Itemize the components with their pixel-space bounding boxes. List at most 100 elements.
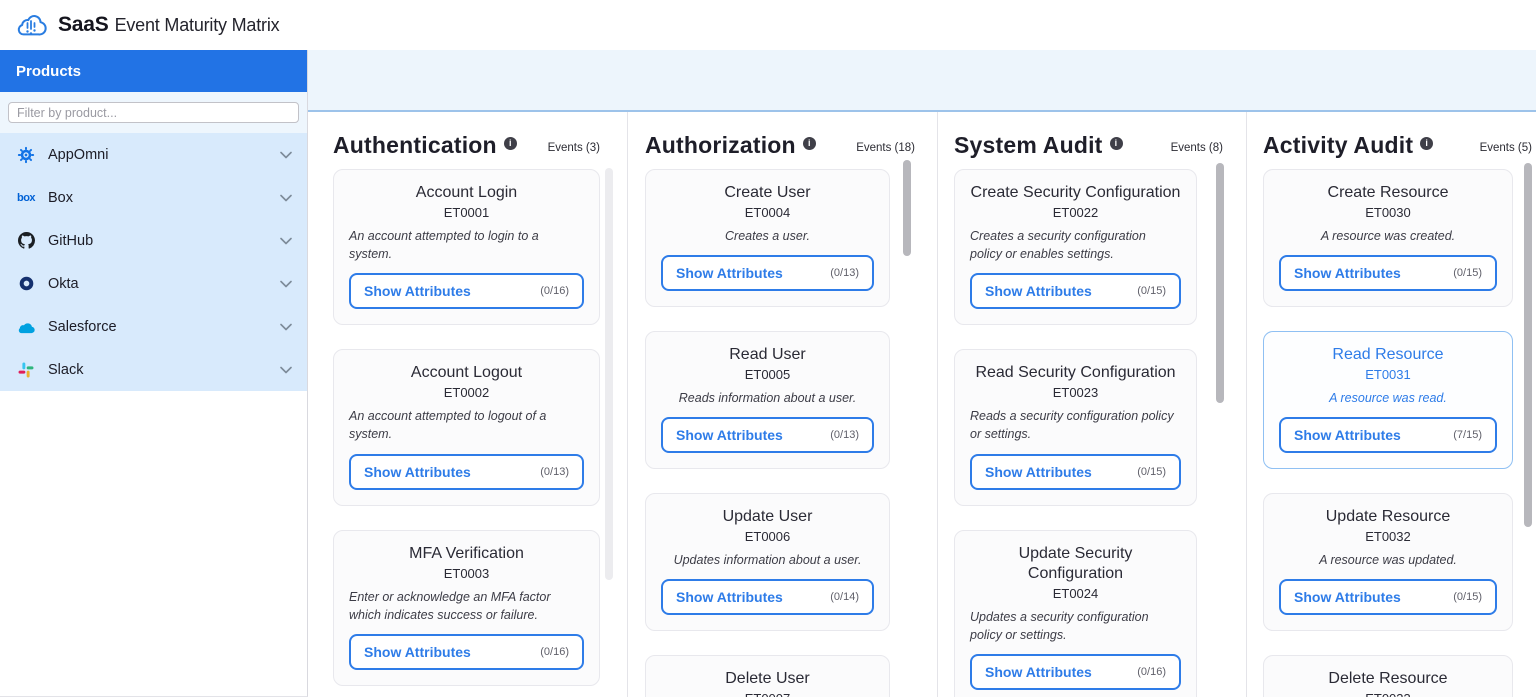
event-code: ET0006	[745, 529, 791, 544]
event-code: ET0022	[1053, 205, 1099, 220]
event-card[interactable]: Read Resource ET0031 A resource was read…	[1263, 331, 1513, 469]
event-title: Create Resource	[1328, 183, 1449, 203]
show-attributes-label: Show Attributes	[676, 589, 783, 605]
column-scrollbar-thumb[interactable]	[1216, 163, 1224, 403]
show-attributes-label: Show Attributes	[985, 664, 1092, 680]
chevron-down-icon[interactable]	[280, 323, 292, 331]
event-description: A resource was created.	[1321, 227, 1455, 245]
chevron-down-icon[interactable]	[280, 280, 292, 288]
attribute-count: (0/15)	[1453, 267, 1482, 279]
product-filter-input[interactable]	[8, 102, 299, 123]
product-name: Salesforce	[48, 319, 117, 335]
event-card[interactable]: MFA Verification ET0003 Enter or acknowl…	[333, 530, 600, 686]
column-scrollbar-thumb[interactable]	[605, 168, 613, 580]
category-header: Activity Auditi Events (5)	[1247, 132, 1536, 159]
category-title: Authorizationi	[645, 132, 816, 159]
product-list: AppOmni box Box GitHub Okta Salesforce	[0, 133, 307, 391]
info-icon[interactable]: i	[1420, 137, 1433, 150]
event-title: Account Login	[416, 183, 517, 203]
column-scrollbar-thumb[interactable]	[1524, 163, 1532, 527]
event-description: A resource was read.	[1329, 389, 1447, 407]
show-attributes-button[interactable]: Show Attributes (0/15)	[970, 454, 1181, 490]
attribute-count: (0/15)	[1137, 285, 1166, 297]
attribute-count: (7/15)	[1453, 429, 1482, 441]
category-title: Authenticationi	[333, 132, 517, 159]
matrix-content: Authenticationi Events (3) Account Login…	[308, 50, 1536, 697]
category-header: Authenticationi Events (3)	[308, 132, 627, 159]
event-code: ET0003	[444, 566, 490, 581]
event-card[interactable]: Update Resource ET0032 A resource was up…	[1263, 493, 1513, 631]
info-icon[interactable]: i	[803, 137, 816, 150]
event-card[interactable]: Delete Resource ET0033 A resource was re…	[1263, 655, 1513, 697]
show-attributes-label: Show Attributes	[985, 283, 1092, 299]
attribute-count: (0/13)	[540, 466, 569, 478]
category-column: Activity Auditi Events (5) Create Resour…	[1246, 112, 1536, 697]
show-attributes-button[interactable]: Show Attributes (0/13)	[661, 255, 874, 291]
show-attributes-button[interactable]: Show Attributes (0/14)	[661, 579, 874, 615]
sidebar-product-item[interactable]: box Box	[0, 176, 307, 219]
show-attributes-button[interactable]: Show Attributes (0/16)	[970, 654, 1181, 690]
appomni-gear-icon	[15, 146, 37, 164]
event-description: A resource was updated.	[1319, 551, 1457, 569]
category-column: System Auditi Events (8) Create Security…	[937, 112, 1246, 697]
event-card[interactable]: Create Security Configuration ET0022 Cre…	[954, 169, 1197, 325]
sidebar-product-item[interactable]: GitHub	[0, 219, 307, 262]
event-title: Delete User	[725, 669, 809, 689]
event-title: Create Security Configuration	[971, 183, 1181, 203]
event-card[interactable]: Create Resource ET0030 A resource was cr…	[1263, 169, 1513, 307]
event-description: Creates a user.	[725, 227, 810, 245]
show-attributes-button[interactable]: Show Attributes (0/15)	[1279, 255, 1497, 291]
event-card[interactable]: Update Security Configuration ET0024 Upd…	[954, 530, 1197, 697]
product-name: AppOmni	[48, 147, 108, 163]
event-title: Read User	[729, 345, 805, 365]
event-code: ET0031	[1365, 367, 1411, 382]
show-attributes-button[interactable]: Show Attributes (0/16)	[349, 273, 584, 309]
app-title: Event Maturity Matrix	[115, 15, 280, 36]
event-code: ET0001	[444, 205, 490, 220]
attribute-count: (0/13)	[830, 429, 859, 441]
event-title: Delete Resource	[1328, 669, 1447, 689]
chevron-down-icon[interactable]	[280, 194, 292, 202]
chevron-down-icon[interactable]	[280, 366, 292, 374]
event-card[interactable]: Delete User ET0007 Removes or deletes a …	[645, 655, 890, 697]
event-card[interactable]: Update User ET0006 Updates information a…	[645, 493, 890, 631]
show-attributes-button[interactable]: Show Attributes (0/15)	[970, 273, 1181, 309]
show-attributes-label: Show Attributes	[364, 464, 471, 480]
category-column: Authorizationi Events (18) Create User E…	[627, 112, 937, 697]
show-attributes-button[interactable]: Show Attributes (0/13)	[349, 454, 584, 490]
show-attributes-label: Show Attributes	[1294, 265, 1401, 281]
chevron-down-icon[interactable]	[280, 151, 292, 159]
event-card[interactable]: Account Login ET0001 An account attempte…	[333, 169, 600, 325]
show-attributes-label: Show Attributes	[1294, 589, 1401, 605]
show-attributes-button[interactable]: Show Attributes (0/16)	[349, 634, 584, 670]
show-attributes-button[interactable]: Show Attributes (7/15)	[1279, 417, 1497, 453]
event-card[interactable]: Account Logout ET0002 An account attempt…	[333, 349, 600, 505]
event-title: MFA Verification	[409, 544, 524, 564]
event-description: Reads a security configuration policy or…	[970, 407, 1181, 443]
event-code: ET0033	[1365, 691, 1411, 697]
event-card[interactable]: Read Security Configuration ET0023 Reads…	[954, 349, 1197, 505]
cloud-signals-icon	[14, 9, 48, 41]
event-card[interactable]: Create User ET0004 Creates a user. Show …	[645, 169, 890, 307]
show-attributes-button[interactable]: Show Attributes (0/15)	[1279, 579, 1497, 615]
event-card-list: Create Security Configuration ET0022 Cre…	[938, 169, 1246, 697]
sidebar-product-item[interactable]: AppOmni	[0, 133, 307, 176]
event-card[interactable]: Read User ET0005 Reads information about…	[645, 331, 890, 469]
show-attributes-label: Show Attributes	[1294, 427, 1401, 443]
sidebar-product-item[interactable]: Slack	[0, 348, 307, 391]
column-scrollbar-thumb[interactable]	[903, 160, 911, 256]
products-sidebar: Products AppOmni box Box GitHub Okta	[0, 50, 308, 697]
show-attributes-button[interactable]: Show Attributes (0/13)	[661, 417, 874, 453]
event-code: ET0024	[1053, 586, 1099, 601]
info-icon[interactable]: i	[504, 137, 517, 150]
show-attributes-label: Show Attributes	[364, 283, 471, 299]
product-name: Okta	[48, 276, 79, 292]
event-description: Creates a security configuration policy …	[970, 227, 1181, 263]
info-icon[interactable]: i	[1110, 137, 1123, 150]
chevron-down-icon[interactable]	[280, 237, 292, 245]
category-title: System Auditi	[954, 132, 1123, 159]
sidebar-product-item[interactable]: Okta	[0, 262, 307, 305]
product-name: Box	[48, 190, 73, 206]
event-title: Account Logout	[411, 363, 522, 383]
sidebar-product-item[interactable]: Salesforce	[0, 305, 307, 348]
